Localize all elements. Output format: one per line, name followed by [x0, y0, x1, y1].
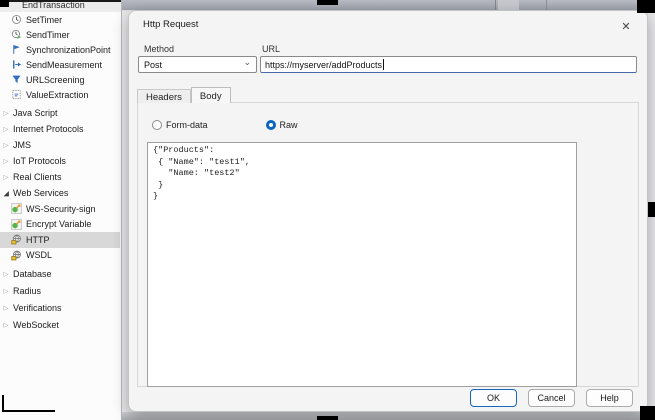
toolbar-divider-block	[498, 0, 519, 10]
method-value: Post	[144, 60, 162, 70]
chevron-collapsed-icon: ▷	[4, 287, 13, 294]
sidebar-item-settimer[interactable]: SetTimer	[0, 12, 121, 27]
sidebar-item-urlscreening[interactable]: URLScreening	[0, 72, 121, 87]
body-type-radios: Form-data Raw	[152, 120, 298, 130]
sidebar-item-label: SetTimer	[26, 15, 62, 25]
close-icon[interactable]: ✕	[618, 18, 634, 34]
sidebar-item-label: SynchronizationPoint	[26, 45, 111, 55]
dialog-title: Http Request	[143, 19, 198, 30]
sidebar-item-label: SendTimer	[26, 30, 70, 40]
measurement-arrow-icon	[10, 59, 23, 71]
http-request-dialog: Http Request ✕ Method URL Post ⌄ https:/…	[128, 10, 648, 412]
sidebar-item-label: Radius	[13, 286, 41, 296]
raw-radio[interactable]	[266, 120, 276, 130]
sidebar-item-label: Encrypt Variable	[26, 219, 91, 229]
sidebar-item-valueextraction[interactable]: ValueExtraction	[0, 87, 121, 102]
chevron-expanded-icon: ◢	[4, 189, 13, 197]
sidebar-item-wsdl[interactable]: WSDL	[0, 248, 121, 264]
sidebar-item-label: IoT Protocols	[13, 156, 66, 166]
raw-body-textarea[interactable]: {"Products": { "Name": "test1", "Name: "…	[147, 142, 577, 387]
security-key-icon	[10, 218, 23, 230]
body-tab-pane: Form-data Raw {"Products": { "Name": "te…	[137, 102, 639, 387]
tab-body[interactable]: Body	[191, 87, 231, 103]
sidebar-item-sendtimer[interactable]: SendTimer	[0, 27, 121, 42]
text-caret	[383, 59, 384, 70]
sidebar-item-label: WSDL	[26, 250, 52, 260]
redaction-mark	[637, 0, 655, 13]
url-label: URL	[262, 44, 280, 54]
clock-send-icon	[10, 29, 23, 41]
globe-package-icon	[10, 234, 23, 246]
sidebar-item-internet-protocols[interactable]: ▷ Internet Protocols	[0, 121, 121, 137]
help-button[interactable]: Help	[586, 389, 633, 407]
sidebar-item-verifications[interactable]: ▷ Verifications	[0, 299, 121, 316]
sidebar-item-label: SendMeasurement	[26, 60, 102, 70]
sidebar-item-label: EndTransaction	[22, 0, 85, 10]
sidebar-item-label: JMS	[13, 140, 31, 150]
sidebar-item-label: ValueExtraction	[26, 90, 88, 100]
redaction-mark	[317, 416, 338, 420]
toolbar-separator	[546, 0, 547, 10]
raw-label: Raw	[280, 120, 298, 130]
tab-headers[interactable]: Headers	[137, 89, 191, 103]
redaction-mark	[317, 0, 338, 5]
funnel-icon	[10, 74, 23, 86]
sidebar-item-label: Internet Protocols	[13, 124, 84, 134]
sidebar-item-label: Real Clients	[13, 172, 62, 182]
sidebar-item-synchronizationpoint[interactable]: SynchronizationPoint	[0, 42, 121, 57]
chevron-collapsed-icon: ▷	[4, 304, 13, 311]
sidebar-item-jms[interactable]: ▷ JMS	[0, 137, 121, 153]
sidebar-item-label: Web Services	[13, 188, 68, 198]
url-input[interactable]: https://myserver/addProducts	[260, 56, 637, 73]
form-data-radio[interactable]	[152, 120, 162, 130]
chevron-collapsed-icon: ▷	[4, 321, 13, 328]
sidebar-item-label: HTTP	[26, 235, 50, 245]
sidebar-item-iot-protocols[interactable]: ▷ IoT Protocols	[0, 153, 121, 169]
clock-icon	[10, 14, 23, 26]
ok-button[interactable]: OK	[470, 389, 517, 407]
sidebar-item-label: Database	[13, 269, 52, 279]
sidebar-tree: EndTransaction SetTimer SendTimer Synchr…	[0, 0, 122, 420]
cancel-button[interactable]: Cancel	[528, 389, 575, 407]
sidebar-item-database[interactable]: ▷ Database	[0, 265, 121, 282]
body-headers-tabs: Headers Body	[137, 87, 231, 103]
chevron-collapsed-icon: ▷	[4, 270, 13, 277]
sidebar-item-label: URLScreening	[26, 75, 85, 85]
method-select[interactable]: Post ⌄	[138, 56, 257, 73]
sidebar-item-web-services[interactable]: ◢ Web Services	[0, 185, 121, 201]
form-data-label: Form-data	[166, 120, 208, 130]
dialog-buttons: OK Cancel Help	[470, 389, 633, 407]
chevron-collapsed-icon: ▷	[4, 173, 13, 180]
extract-document-icon	[10, 89, 23, 101]
sidebar-item-label: Verifications	[13, 303, 62, 313]
redaction-mark	[0, 0, 9, 7]
chevron-collapsed-icon: ▷	[4, 109, 13, 116]
chevron-collapsed-icon: ▷	[4, 141, 13, 148]
sidebar-item-real-clients[interactable]: ▷ Real Clients	[0, 169, 121, 185]
security-key-icon	[10, 203, 23, 215]
sidebar-item-label: WebSocket	[13, 320, 59, 330]
flag-icon	[10, 44, 23, 56]
sidebar-item-label: Java Script	[13, 108, 58, 118]
sidebar-item-label: WS-Security-sign	[26, 204, 96, 214]
chevron-collapsed-icon: ▷	[4, 157, 13, 164]
sidebar-item-ws-security-sign[interactable]: WS-Security-sign	[0, 201, 121, 217]
toolbar-separator	[495, 0, 496, 10]
background-bottom-strip	[122, 412, 655, 420]
sidebar-item-java-script[interactable]: ▷ Java Script	[0, 105, 121, 121]
chevron-down-icon: ⌄	[243, 60, 251, 65]
sidebar-item-sendmeasurement[interactable]: SendMeasurement	[0, 57, 121, 72]
method-label: Method	[144, 44, 174, 54]
redaction-mark	[640, 406, 655, 420]
sidebar-item-endtransaction[interactable]: EndTransaction	[0, 0, 121, 12]
chevron-collapsed-icon: ▷	[4, 125, 13, 132]
sidebar-item-radius[interactable]: ▷ Radius	[0, 282, 121, 299]
sidebar-item-encrypt-variable[interactable]: Encrypt Variable	[0, 217, 121, 233]
redaction-mark	[648, 202, 655, 217]
url-value: https://myserver/addProducts	[265, 60, 382, 70]
corner-bracket	[2, 410, 55, 412]
sidebar-item-websocket[interactable]: ▷ WebSocket	[0, 316, 121, 333]
globe-package-icon	[10, 249, 23, 261]
sidebar-item-http[interactable]: HTTP	[0, 232, 120, 248]
